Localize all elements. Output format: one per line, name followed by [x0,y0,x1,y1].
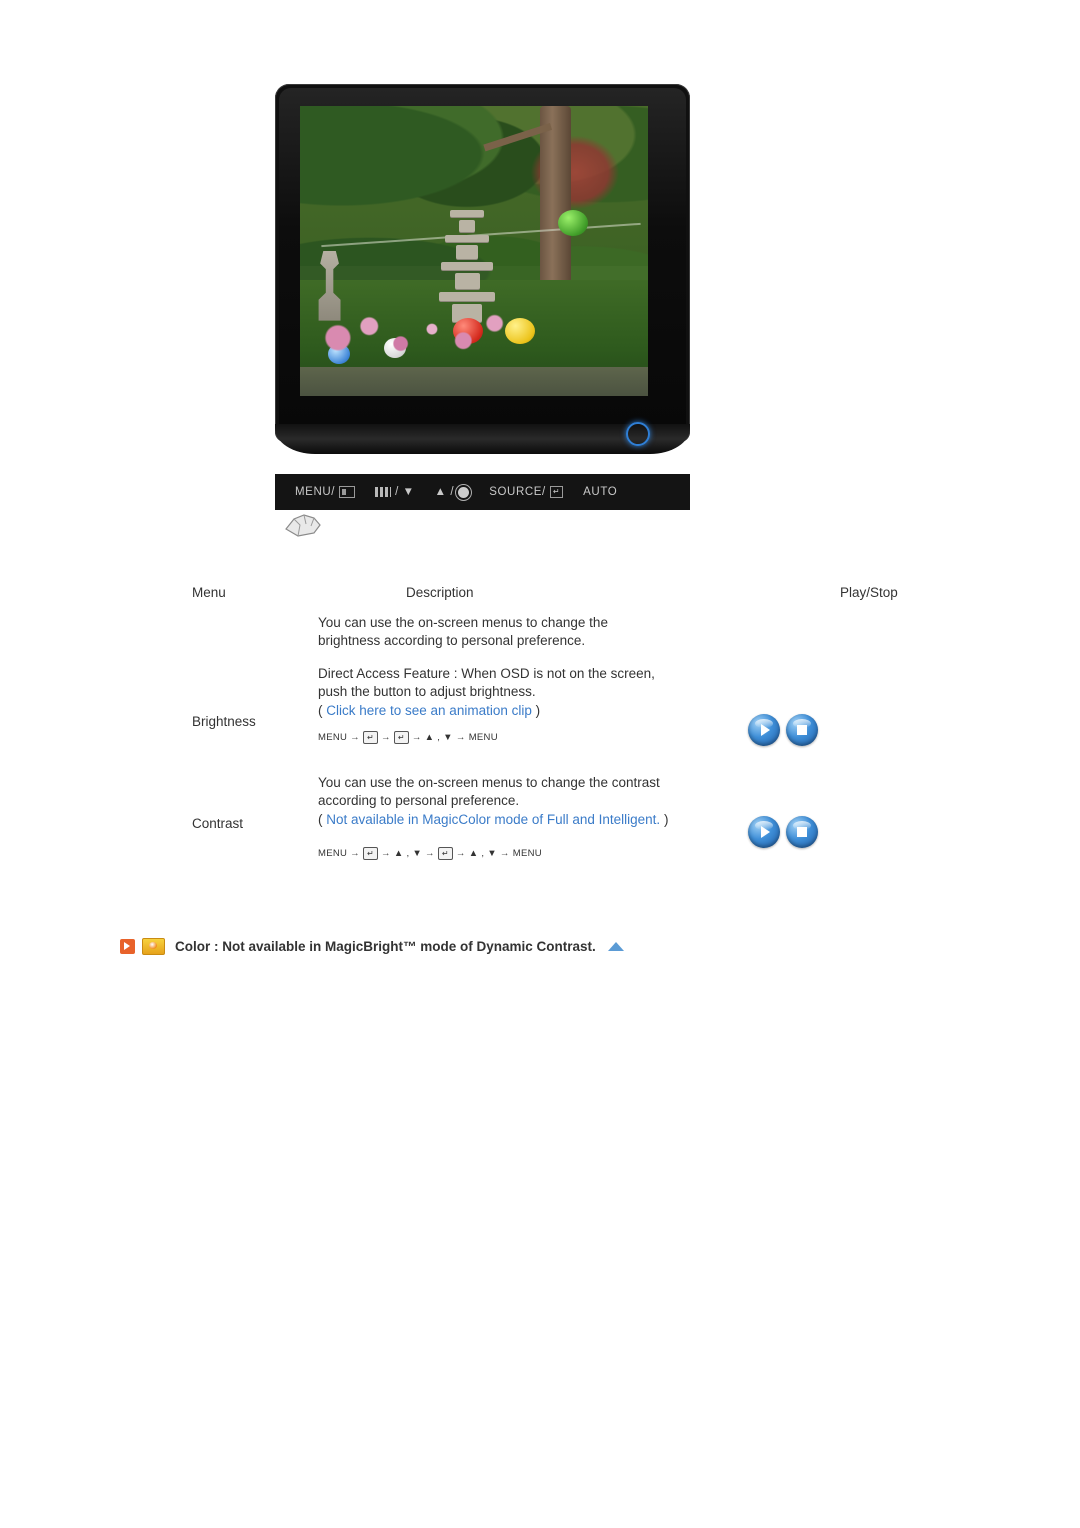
up-button-label: ▲ / [434,486,455,498]
scenery-flowers [317,303,527,362]
path-arrow: → [381,847,391,859]
path-token: MENU [318,731,348,743]
magiccolor-note: ( Not available in MagicColor mode of Fu… [318,809,748,829]
scenery-path [300,367,648,396]
play-button[interactable] [748,714,780,746]
path-arrow: → [455,731,466,743]
path-token: MENU [512,847,542,859]
column-header-description: Description [406,585,474,600]
row-description-contrast: You can use the on-screen menus to chang… [318,774,748,860]
menu-path-brightness: MENU → ↵ → ↵ → ▲ , ▼ → MENU [318,730,748,744]
menu-path-contrast: MENU → ↵ → ▲ , ▼ → ↵ → ▲ , ▼ → MENU [318,846,748,860]
scenery-lantern-green [557,210,588,237]
row-label-brightness: Brightness [192,714,256,729]
osd-box-icon [339,486,356,498]
note-prefix: ( [318,812,327,827]
auto-button[interactable]: AUTO [583,486,617,498]
column-header-menu: Menu [192,585,226,600]
path-arrow: → [381,731,391,743]
scenery-red-foliage [522,129,628,217]
desc-line: You can use the on-screen menus to chang… [318,615,608,630]
enter-key-icon: ↵ [437,846,453,860]
scroll-top-icon[interactable] [607,942,624,951]
enter-key-icon: ↵ [362,730,378,744]
path-arrow: → [425,847,435,859]
path-arrow: → [350,731,360,743]
color-section-label: Color : Not available in MagicBright™ mo… [175,939,596,954]
desc-line: brightness according to personal prefere… [318,632,586,648]
orange-arrow-icon [120,939,135,954]
feature-table: Menu Description Play/Stop Brightness Yo… [186,585,906,874]
row-buttons-contrast [748,774,906,848]
stop-icon [786,816,818,848]
stop-button[interactable] [786,816,818,848]
enter-key-icon: ↵ [362,846,378,860]
desc-line: Direct Access Feature : When OSD is not … [318,666,655,681]
row-buttons-brightness [748,614,906,746]
power-led-icon [626,422,650,446]
animation-clip-link[interactable]: Click here to see an animation clip [326,703,532,718]
up-button[interactable]: ▲ / [435,486,470,498]
color-section-heading: Color : Not available in MagicBright™ mo… [120,938,624,955]
magicbright-icon [375,487,392,497]
down-button[interactable]: / ▼ [375,486,415,498]
path-token: MENU [318,847,348,859]
path-arrow: → [350,847,360,859]
color-palette-icon [142,938,165,955]
column-header-play-stop: Play/Stop [840,585,898,600]
play-icon [748,714,780,746]
path-token: ▲ , ▼ [424,731,453,743]
magiccolor-note-text: Not available in MagicColor mode of Full… [326,812,661,827]
monitor-illustration: MENU/ / ▼ ▲ / SOURCE/ ↵ AUTO [275,84,690,544]
menu-button-label: MENU/ [295,486,336,498]
note-prefix: ( [318,703,327,718]
stop-button[interactable] [786,714,818,746]
desc-line: push the button to adjust brightness. [318,683,536,699]
monitor-screen-image [300,106,648,396]
scenery-pagoda [439,210,495,323]
path-token: ▲ , ▼ [468,847,497,859]
monitor-control-panel: MENU/ / ▼ ▲ / SOURCE/ ↵ AUTO [275,474,690,510]
note-suffix: ) [531,703,541,718]
desc-line: according to personal preference. [318,792,520,808]
animation-clip-note: ( Click here to see an animation clip ) [318,700,748,720]
play-button[interactable] [748,816,780,848]
path-token: MENU [468,731,498,743]
enter-icon: ↵ [549,486,564,498]
play-icon [748,816,780,848]
path-token: ▲ , ▼ [393,847,423,859]
source-button-label: SOURCE/ [489,486,546,498]
stop-icon [786,714,818,746]
desc-line: You can use the on-screen menus to chang… [318,775,660,790]
row-description-brightness: You can use the on-screen menus to chang… [318,614,748,744]
down-button-label: / ▼ [395,486,415,498]
brightness-icon [458,486,470,498]
monitor-body [275,84,690,454]
path-arrow: → [499,847,510,859]
source-button[interactable]: SOURCE/ ↵ [489,486,564,498]
table-row: Brightness You can use the on-screen men… [186,614,906,746]
note-suffix: ) [660,812,669,827]
path-arrow: → [455,847,466,859]
row-label-contrast: Contrast [192,816,244,831]
menu-button[interactable]: MENU/ [295,486,356,498]
table-row: Contrast You can use the on-screen menus… [186,774,906,874]
auto-button-label: AUTO [583,486,618,498]
table-header-row: Menu Description Play/Stop [186,585,906,614]
hand-pointer-icon [285,514,321,537]
enter-key-icon: ↵ [393,730,409,744]
path-arrow: → [411,731,422,743]
